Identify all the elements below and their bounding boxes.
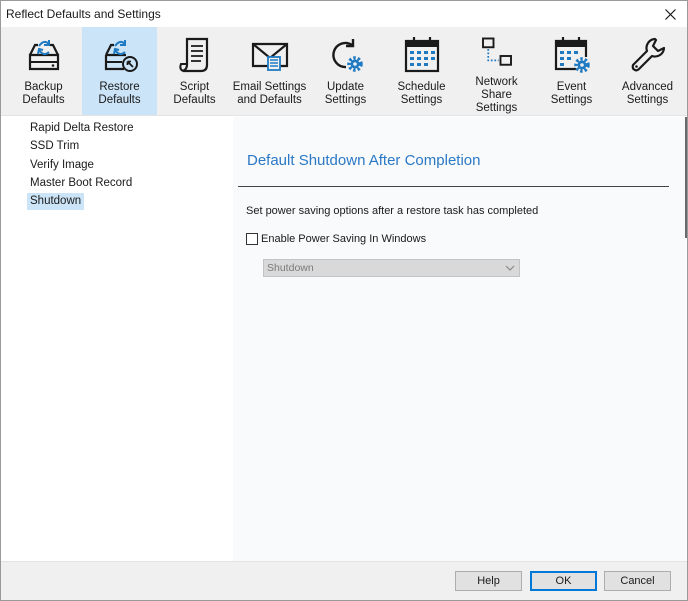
heading-divider	[238, 186, 669, 187]
toolbar-item-label: Advanced Settings	[621, 81, 674, 106]
power-saving-checkbox[interactable]	[246, 233, 258, 245]
chevron-down-icon	[505, 265, 515, 271]
toolbar-item-advanced-settings[interactable]: Advanced Settings	[610, 27, 685, 115]
cancel-button[interactable]: Cancel	[604, 571, 671, 591]
toolbar-item-event-settings[interactable]: Event Settings	[534, 27, 609, 115]
panel-heading: Default Shutdown After Completion	[247, 152, 481, 169]
toolbar-item-label: Script Defaults	[173, 81, 216, 106]
toolbar-item-label: Schedule Settings	[397, 81, 446, 106]
calendar-icon	[404, 37, 439, 73]
wrench-icon	[631, 37, 665, 72]
dialog-footer: Help OK Cancel	[1, 561, 687, 600]
close-button[interactable]	[659, 4, 681, 24]
restore-drive-icon	[104, 40, 138, 72]
backup-drive-icon	[28, 40, 59, 71]
sidebar-item-rapid-delta-restore[interactable]: Rapid Delta Restore	[27, 120, 137, 137]
power-saving-checkbox-label[interactable]: Enable Power Saving In Windows	[261, 233, 426, 245]
toolbar-item-update-settings[interactable]: Update Settings	[308, 27, 383, 115]
shutdown-action-select[interactable]: Shutdown	[263, 259, 520, 277]
toolbar-item-label: Restore Defaults	[98, 81, 141, 106]
network-share-icon	[481, 37, 512, 66]
settings-panel: Default Shutdown After Completion Set po…	[233, 117, 686, 561]
toolbar-item-backup-defaults[interactable]: Backup Defaults	[6, 27, 81, 115]
toolbar-item-restore-defaults[interactable]: Restore Defaults	[82, 27, 157, 115]
power-saving-checkbox-row[interactable]: Enable Power Saving In Windows	[246, 233, 426, 245]
toolbar-item-schedule-settings[interactable]: Schedule Settings	[384, 27, 459, 115]
toolbar-item-label: Network Share Settings	[475, 76, 518, 114]
email-envelope-icon	[251, 42, 288, 71]
sidebar-item-master-boot-record[interactable]: Master Boot Record	[27, 175, 135, 192]
toolbar-item-network-share-settings[interactable]: Network Share Settings	[459, 27, 534, 115]
settings-sidebar: Rapid Delta Restore SSD Trim Verify Imag…	[1, 117, 233, 561]
toolbar-item-label: Email Settings and Defaults	[232, 81, 307, 106]
update-gear-icon	[331, 39, 363, 72]
toolbar-item-label: Event Settings	[550, 81, 593, 106]
sidebar-item-ssd-trim[interactable]: SSD Trim	[27, 138, 82, 155]
help-button[interactable]: Help	[455, 571, 522, 591]
toolbar-item-label: Backup Defaults	[22, 81, 65, 106]
sidebar-item-verify-image[interactable]: Verify Image	[27, 157, 97, 174]
sidebar-item-shutdown[interactable]: Shutdown	[27, 193, 85, 210]
close-icon	[664, 8, 676, 20]
window-edge-marker	[685, 117, 687, 238]
panel-description: Set power saving options after a restore…	[246, 205, 539, 217]
settings-dialog: Reflect Defaults and Settings Backup Def…	[0, 0, 688, 601]
event-calendar-gear-icon	[554, 37, 590, 73]
window-title: Reflect Defaults and Settings	[6, 7, 161, 21]
toolbar: Backup Defaults Restore Defaults Script …	[1, 27, 687, 116]
script-document-icon	[178, 37, 208, 73]
toolbar-item-script-defaults[interactable]: Script Defaults	[157, 27, 232, 115]
toolbar-item-label: Update Settings	[324, 81, 367, 106]
ok-button[interactable]: OK	[530, 571, 597, 591]
toolbar-item-email-settings[interactable]: Email Settings and Defaults	[232, 27, 307, 115]
title-bar: Reflect Defaults and Settings	[1, 1, 687, 27]
shutdown-action-value: Shutdown	[267, 262, 314, 274]
